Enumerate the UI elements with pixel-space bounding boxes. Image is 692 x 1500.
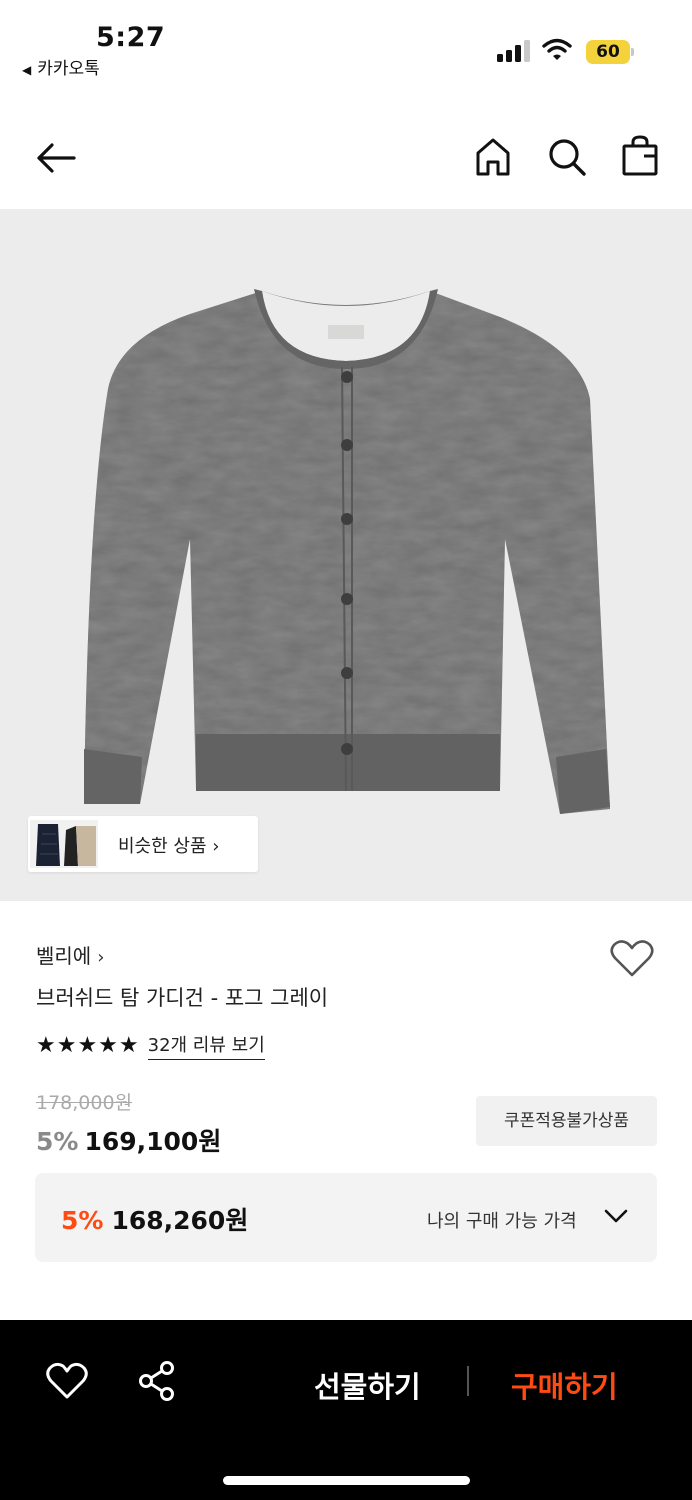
battery-icon: 60 <box>586 40 634 64</box>
share-icon[interactable] <box>138 1360 176 1402</box>
status-bar: 5:27 ◀ 카카오톡 60 <box>0 0 692 90</box>
brand-chevron-icon: › <box>97 947 105 968</box>
review-link[interactable]: 32개 리뷰 보기 <box>147 1031 265 1060</box>
gift-button[interactable]: 선물하기 <box>314 1364 421 1406</box>
product-title: 브러쉬드 탐 가디건 - 포그 그레이 <box>36 986 329 1010</box>
chevron-down-icon <box>604 1209 628 1223</box>
home-icon[interactable] <box>474 136 512 178</box>
buy-button[interactable]: 구매하기 <box>511 1364 618 1406</box>
product-image[interactable] <box>0 209 692 901</box>
similar-products-label: 비슷한 상품 › <box>118 832 219 858</box>
coupon-unavailable-badge: 쿠폰적용불가상품 <box>476 1096 657 1146</box>
shopping-bag-icon[interactable] <box>620 134 660 178</box>
my-price: 168,260원 <box>111 1206 249 1235</box>
search-icon[interactable] <box>546 136 588 178</box>
brand-link[interactable]: 벨리에 › <box>36 940 104 969</box>
back-arrow-icon[interactable] <box>34 138 78 178</box>
status-time: 5:27 <box>96 22 166 53</box>
sale-price: 169,100원 <box>84 1127 222 1156</box>
sale-price-row: 5% 169,100원 <box>36 1122 221 1158</box>
home-indicator[interactable] <box>223 1476 470 1485</box>
cellular-signal-icon <box>497 40 530 62</box>
similar-label-text: 비슷한 상품 <box>118 836 207 857</box>
similar-thumb-black <box>62 820 98 868</box>
discount-rate: 5% <box>36 1127 79 1156</box>
star-rating-icon: ★★★★★ <box>36 1032 140 1058</box>
original-price: 178,000원 <box>36 1092 133 1114</box>
favorite-heart-icon[interactable] <box>610 938 654 978</box>
my-discount-rate: 5% <box>61 1206 104 1235</box>
bottom-action-bar: 선물하기 구매하기 <box>0 1320 692 1500</box>
wifi-icon <box>542 38 572 60</box>
back-triangle-icon: ◀ <box>22 63 32 77</box>
my-price-value: 5% 168,260원 <box>61 1201 248 1237</box>
battery-level: 60 <box>596 42 620 62</box>
top-navigation <box>0 110 692 206</box>
my-price-label: 나의 구매 가능 가격 <box>427 1211 577 1232</box>
rating-row: ★★★★★ 32개 리뷰 보기 <box>36 1030 265 1060</box>
chevron-right-icon: › <box>212 836 220 857</box>
cardigan-image <box>84 289 610 814</box>
similar-thumb-navy <box>30 820 66 868</box>
like-heart-icon[interactable] <box>46 1362 88 1400</box>
back-app-label: 카카오톡 <box>37 59 100 79</box>
my-price-toggle[interactable]: 5% 168,260원 나의 구매 가능 가격 <box>35 1173 657 1262</box>
battery-cap <box>631 48 634 56</box>
action-divider <box>467 1366 469 1396</box>
similar-products-button[interactable]: 비슷한 상품 › <box>28 816 258 872</box>
back-to-app-link[interactable]: ◀ 카카오톡 <box>22 54 100 79</box>
brand-name: 벨리에 <box>36 944 92 968</box>
